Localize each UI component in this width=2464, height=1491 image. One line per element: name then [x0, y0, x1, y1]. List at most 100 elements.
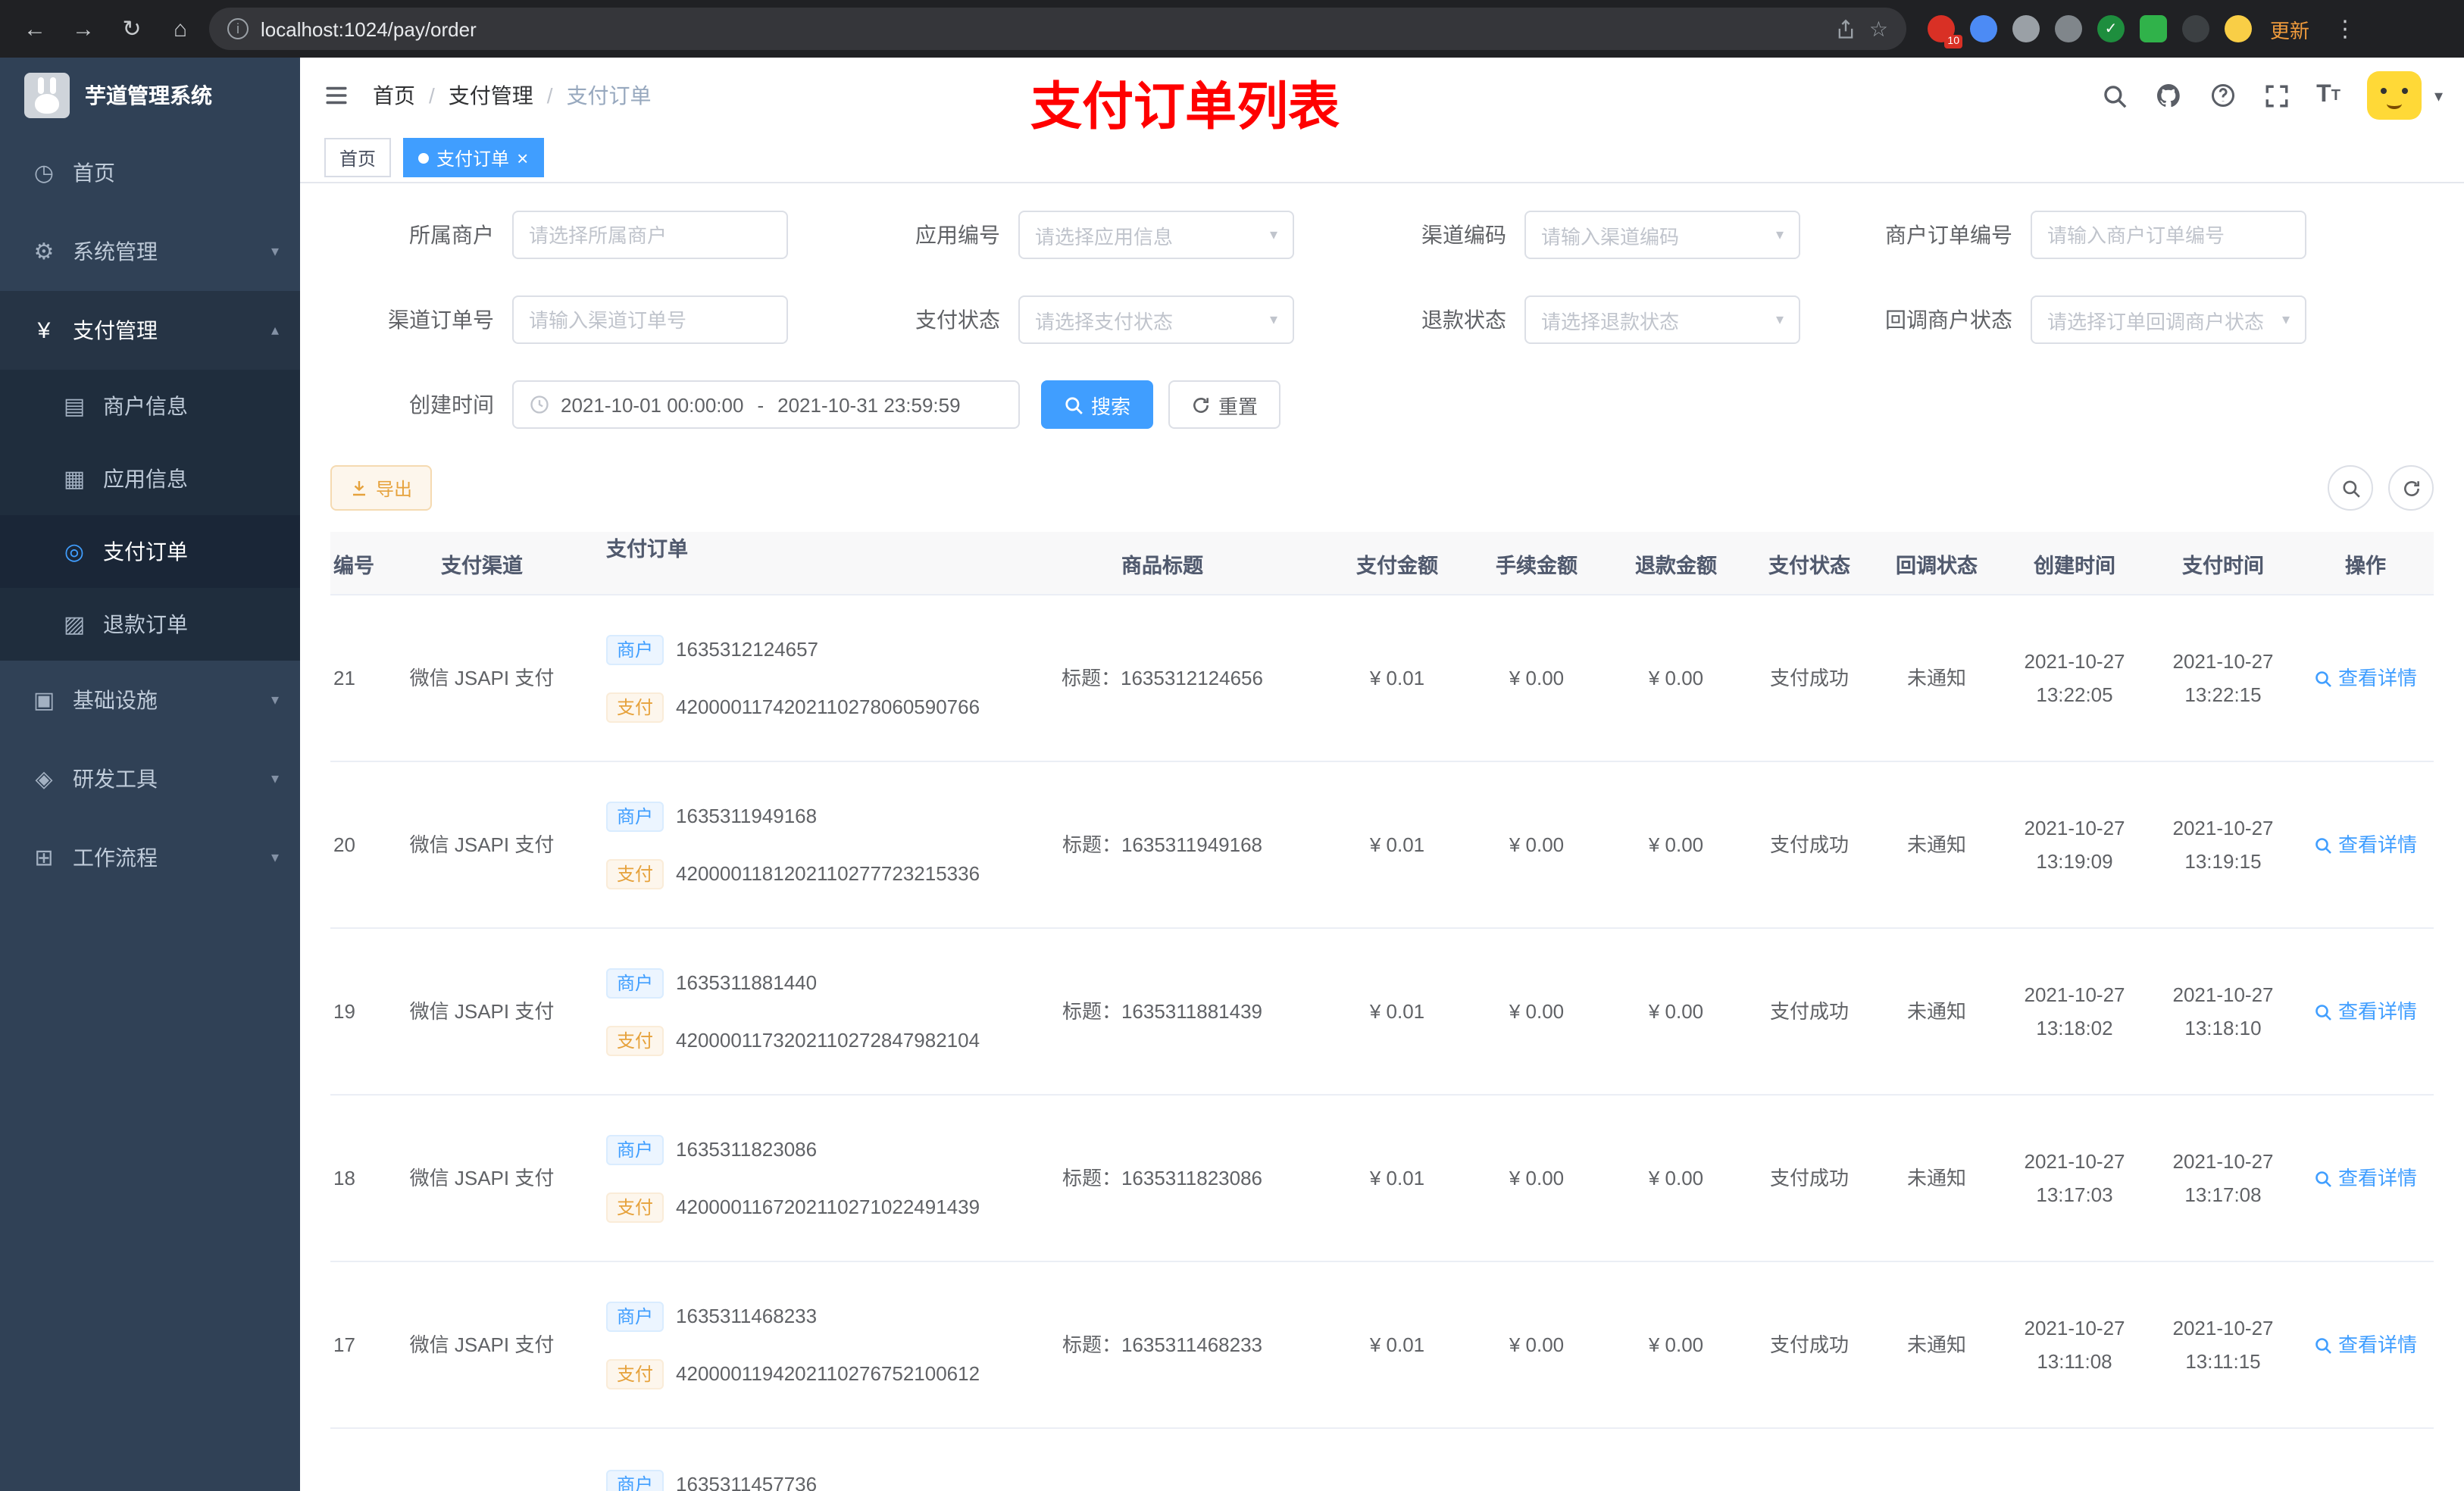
pay-badge: 支付: [606, 858, 664, 889]
sidebar-item-payment[interactable]: ¥ 支付管理 ▴: [0, 291, 300, 370]
cell-pay-order: 商户 1635311823086 支付 42000011672021102710…: [573, 1096, 997, 1261]
url-text: localhost:1024/pay/order: [261, 17, 477, 40]
view-detail-link[interactable]: 查看详情: [2314, 1161, 2417, 1195]
sidebar-item-system[interactable]: ⚙ 系统管理 ▾: [0, 212, 300, 291]
bookmark-star-icon[interactable]: ☆: [1869, 16, 1888, 42]
cell-pay-time: 2021-10-27 13:19:15: [2172, 816, 2274, 872]
cell-channel: [391, 1429, 573, 1491]
cell-refund-amount: ¥ 0.00: [1648, 1166, 1704, 1189]
breadcrumb-home[interactable]: 首页: [373, 80, 415, 111]
pay-status-select[interactable]: 请选择支付状态 ▾: [1018, 295, 1294, 344]
search-icon[interactable]: [2101, 83, 2127, 108]
monitor-icon: ▣: [33, 688, 55, 714]
sidebar-subitem-pay-order[interactable]: ◎ 支付订单: [0, 515, 300, 588]
app-title: 芋道管理系统: [85, 83, 212, 108]
date-range-picker[interactable]: 2021-10-01 00:00:00 - 2021-10-31 23:59:5…: [512, 380, 1020, 429]
sidebar-item-workflow[interactable]: ⊞ 工作流程 ▾: [0, 818, 300, 897]
breadcrumb-payment[interactable]: 支付管理: [449, 80, 533, 111]
tab-home[interactable]: 首页: [324, 138, 392, 177]
extension-smiley-icon[interactable]: [2225, 15, 2252, 42]
merchant-order-input[interactable]: [2031, 211, 2306, 259]
cell-pay-amount: ¥ 0.01: [1369, 999, 1425, 1022]
table-row: 17 微信 JSAPI 支付 商户 1635311468233 支付 42000…: [330, 1262, 2434, 1429]
cell-pay-time: 2021-10-27 13:17:08: [2172, 1149, 2274, 1205]
extension-globe-icon[interactable]: [2012, 15, 2040, 42]
extension-chat-icon[interactable]: [2140, 15, 2167, 42]
cell-fee-amount: ¥ 0.00: [1509, 1166, 1565, 1189]
page-content: 所属商户 应用编号 请选择应用信息 ▾ 渠道编码 请输入渠道编码: [300, 183, 2464, 1491]
cell-pay-order: 商户 1635311468233 支付 42000011942021102767…: [573, 1262, 997, 1427]
cell-id: 18: [333, 1166, 355, 1189]
callback-status-select[interactable]: 请选择订单回调商户状态 ▾: [2031, 295, 2306, 344]
pay-badge: 支付: [606, 1192, 664, 1222]
export-button[interactable]: 导出: [330, 465, 433, 511]
cell-fee-amount: [1467, 1429, 1606, 1491]
refund-status-select[interactable]: 请选择退款状态 ▾: [1524, 295, 1800, 344]
extension-drop-icon[interactable]: [1970, 15, 1997, 42]
hamburger-icon[interactable]: [300, 82, 373, 109]
browser-update-button[interactable]: 更新: [2270, 14, 2309, 43]
tab-pay-order[interactable]: 支付订单 ×: [403, 138, 544, 177]
merchant-badge: 商户: [606, 967, 664, 998]
app-select[interactable]: 请选择应用信息 ▾: [1018, 211, 1294, 259]
th-title: 商品标题: [1121, 554, 1203, 577]
browser-forward-icon[interactable]: →: [64, 9, 103, 48]
extension-circle-icon[interactable]: [2055, 15, 2082, 42]
cell-pay-status: 支付成功: [1769, 833, 1849, 855]
browser-home-icon[interactable]: ⌂: [161, 9, 200, 48]
screen: ← → ↻ ⌂ i localhost:1024/pay/order ☆ 10 …: [0, 0, 2464, 1491]
view-detail-link[interactable]: 查看详情: [2314, 995, 2417, 1028]
pay-badge: 支付: [606, 1025, 664, 1055]
navbar-actions: TT ▾: [2101, 71, 2464, 120]
sidebar-subitem-refund-order[interactable]: ▨ 退款订单: [0, 588, 300, 661]
cell-refund-amount: ¥ 0.00: [1648, 833, 1704, 855]
cell-create-time: 2021-10-27 13:19:09: [2024, 816, 2125, 872]
cell-id: 17: [333, 1333, 355, 1355]
chevron-down-icon: ▾: [270, 692, 279, 708]
cell-create-time: 2021-10-27 13:17:03: [2024, 1149, 2125, 1205]
github-icon[interactable]: [2154, 82, 2181, 109]
merchant-badge: 商户: [606, 634, 664, 664]
browser-reload-icon[interactable]: ↻: [112, 9, 152, 48]
extension-check-icon[interactable]: ✓: [2097, 15, 2125, 42]
close-icon[interactable]: ×: [517, 148, 528, 167]
table-refresh-button[interactable]: [2388, 465, 2434, 511]
sidebar-subitem-merchant-info[interactable]: ▤ 商户信息: [0, 370, 300, 442]
sidebar-item-infrastructure[interactable]: ▣ 基础设施 ▾: [0, 661, 300, 739]
th-notify-status: 回调状态: [1896, 554, 1978, 577]
breadcrumb: 首页 / 支付管理 / 支付订单: [373, 80, 652, 111]
th-pay-time: 支付时间: [2182, 554, 2264, 577]
table-search-toggle-button[interactable]: [2328, 465, 2373, 511]
merchant-badge: 商户: [606, 1301, 664, 1331]
cell-fee-amount: ¥ 0.00: [1509, 833, 1565, 855]
user-avatar[interactable]: [2367, 71, 2422, 120]
browser-menu-icon[interactable]: ⋮: [2328, 15, 2362, 42]
view-detail-link[interactable]: 查看详情: [2314, 661, 2417, 695]
cell-fee-amount: ¥ 0.00: [1509, 666, 1565, 689]
channel-code-select[interactable]: 请输入渠道编码 ▾: [1524, 211, 1800, 259]
chevron-down-icon: ▾: [1269, 311, 1277, 328]
reset-button[interactable]: 重置: [1168, 380, 1281, 429]
extension-dark-icon[interactable]: [2182, 15, 2209, 42]
font-size-icon[interactable]: TT: [2316, 82, 2340, 109]
channel-order-input[interactable]: [512, 295, 788, 344]
address-bar[interactable]: i localhost:1024/pay/order ☆: [209, 8, 1906, 50]
sidebar-item-home[interactable]: ◷ 首页: [0, 133, 300, 212]
extension-puzzle-icon[interactable]: 10: [1928, 15, 1962, 48]
chevron-down-icon[interactable]: ▾: [2434, 86, 2443, 105]
search-button[interactable]: 搜索: [1041, 380, 1154, 429]
share-icon[interactable]: [1836, 17, 1857, 40]
sidebar-item-devtools[interactable]: ◈ 研发工具 ▾: [0, 739, 300, 818]
date-start-value: 2021-10-01 00:00:00: [561, 393, 744, 416]
view-detail-link[interactable]: 查看详情: [2314, 828, 2417, 861]
fullscreen-icon[interactable]: [2263, 83, 2289, 108]
merchant-select[interactable]: [512, 211, 788, 259]
site-info-icon[interactable]: i: [227, 18, 249, 39]
help-icon[interactable]: [2209, 82, 2236, 109]
view-detail-link[interactable]: 查看详情: [2314, 1328, 2417, 1361]
date-end-value: 2021-10-31 23:59:59: [777, 393, 961, 416]
browser-back-icon[interactable]: ←: [15, 9, 55, 48]
annotation-text: 支付订单列表: [1030, 79, 1340, 136]
cell-actions: 查看详情: [2297, 762, 2434, 927]
sidebar-subitem-app-info[interactable]: ▦ 应用信息: [0, 442, 300, 515]
